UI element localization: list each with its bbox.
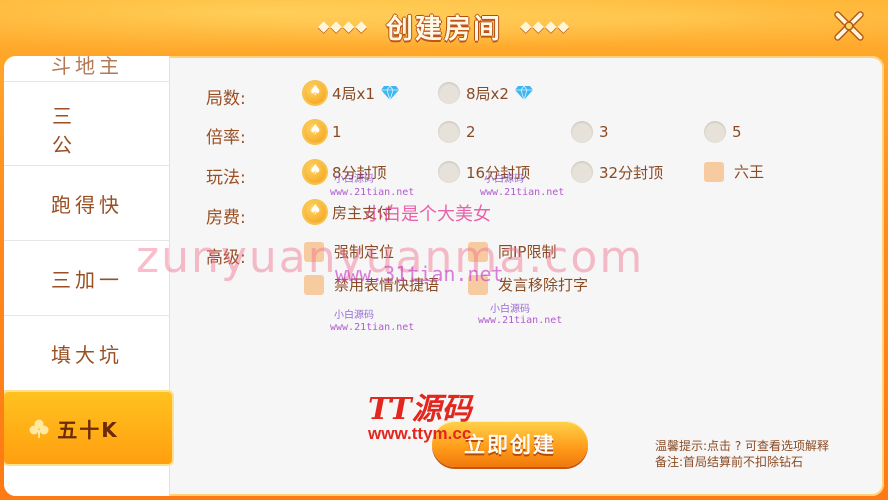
option-label: 3 [599,123,609,141]
close-icon [834,11,864,41]
sidebar-item-label: 五十K [57,417,119,442]
radio-selected-icon [304,82,326,104]
sidebar-item-paodekuai[interactable]: 跑得快 [4,167,170,241]
multiplier-option-2[interactable]: 2 [438,121,476,143]
checkbox-icon [468,274,488,295]
title-deco-left: ◆◆◆◆ [317,17,368,35]
option-label: 4局x1 [332,84,375,103]
play-checkbox-six-kings[interactable]: 六王 [704,161,764,182]
option-label: 六王 [734,163,765,181]
option-label: 16分封顶 [466,163,531,182]
sidebar-item-doudizhu[interactable]: 斗地主 [4,56,170,82]
radio-unselected-icon [438,161,460,183]
sidebar-item-tiandakeng[interactable]: 填大坑 [4,317,170,391]
page-title: 创建房间 [386,13,502,45]
rounds-option-4[interactable]: 4局x1 [304,82,399,104]
option-label: 禁用表情快捷语 [334,276,440,294]
option-label: 5 [732,123,742,141]
option-label: 1 [332,123,342,141]
create-room-dialog: ◆◆◆◆ 创建房间 ◆◆◆◆ 斗地主 三公 跑得快 三加一 填大坑 五十K 局数… [0,0,888,500]
option-label: 强制定位 [334,243,395,261]
play-option-8[interactable]: 8分封顶 [304,161,387,183]
multiplier-option-1[interactable]: 1 [304,121,342,143]
play-option-16[interactable]: 16分封顶 [438,161,530,183]
diamond-icon [514,86,533,100]
clover-icon [29,419,49,438]
sidebar-item-sanjiayi[interactable]: 三加一 [4,242,170,316]
sidebar-item-wushik[interactable]: 五十K [4,392,172,464]
fee-option-owner-pays[interactable]: 房主支付 [304,201,392,223]
advanced-checkbox-remove-typing[interactable]: 发言移除打字 [468,274,588,295]
radio-selected-icon [304,201,326,223]
checkbox-icon [704,161,724,182]
radio-unselected-icon [704,121,726,143]
game-sidebar: 斗地主 三公 跑得快 三加一 填大坑 五十K [4,56,172,496]
radio-selected-icon [304,121,326,143]
option-label: 8分封顶 [332,163,387,182]
advanced-checkbox-disable-emotes[interactable]: 禁用表情快捷语 [304,274,439,295]
fee-label: 房费: [206,208,246,228]
title-deco-right: ◆◆◆◆ [520,17,571,35]
multiplier-option-5[interactable]: 5 [704,121,742,143]
advanced-label: 高级: [206,248,246,268]
tip-note-text: 备注:首局结算前不扣除钻石 [655,455,804,469]
radio-unselected-icon [571,121,593,143]
checkbox-icon [304,241,324,262]
option-label: 同IP限制 [498,243,557,261]
multiplier-option-3[interactable]: 3 [571,121,609,143]
option-label: 32分封顶 [599,163,664,182]
radio-unselected-icon [438,121,460,143]
checkbox-icon [304,274,324,295]
diamond-icon [380,86,399,100]
sidebar-item-sangong[interactable]: 三公 [4,92,170,166]
option-label: 发言移除打字 [498,276,589,294]
option-label: 房主支付 [332,203,393,222]
close-button[interactable] [826,6,872,46]
rounds-label: 局数: [206,89,246,109]
title-bar: ◆◆◆◆ 创建房间 ◆◆◆◆ [0,0,888,52]
radio-unselected-icon [571,161,593,183]
tip-help-text: 温馨提示:点击 ? 可查看选项解释 [655,439,830,453]
play-option-32[interactable]: 32分封顶 [571,161,663,183]
option-label: 8局x2 [466,84,509,103]
radio-selected-icon [304,161,326,183]
option-label: 2 [466,123,476,141]
checkbox-icon [468,241,488,262]
advanced-checkbox-force-location[interactable]: 强制定位 [304,241,394,262]
rounds-option-8[interactable]: 8局x2 [438,82,533,104]
create-room-button[interactable]: 立即创建 [432,421,588,467]
multiplier-label: 倍率: [206,128,246,148]
advanced-checkbox-same-ip[interactable]: 同IP限制 [468,241,556,262]
play-label: 玩法: [206,168,246,188]
radio-unselected-icon [438,82,460,104]
